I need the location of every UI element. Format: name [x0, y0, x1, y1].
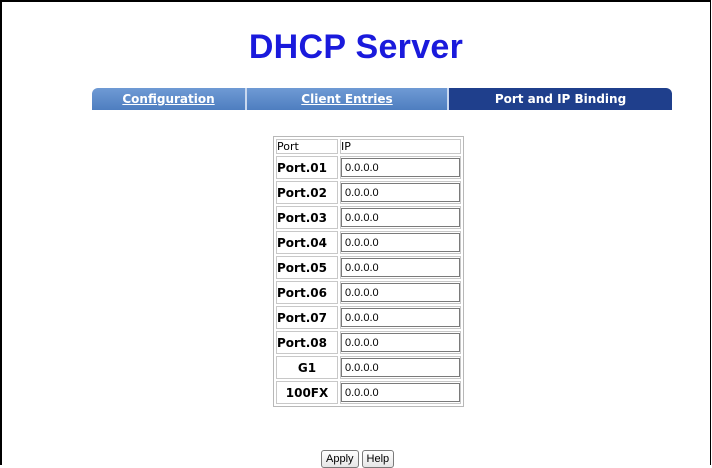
table-header-row: Port IP: [276, 139, 461, 154]
ip-input-port-04[interactable]: [341, 233, 460, 252]
help-button[interactable]: Help: [361, 450, 395, 468]
port-label: Port.06: [276, 281, 338, 304]
table-row: Port.01: [276, 156, 461, 179]
table-row: 100FX: [276, 381, 461, 404]
port-ip-binding-table: Port IP Port.01 Port.02 Port.03 Port.04 …: [273, 136, 464, 407]
port-label: Port.07: [276, 306, 338, 329]
port-label: Port.04: [276, 231, 338, 254]
column-header-ip: IP: [340, 139, 461, 154]
table-row: Port.04: [276, 231, 461, 254]
table-row: G1: [276, 356, 461, 379]
table-row: Port.06: [276, 281, 461, 304]
ip-input-100fx[interactable]: [341, 383, 460, 402]
port-label: Port.08: [276, 331, 338, 354]
ip-input-port-01[interactable]: [341, 158, 460, 177]
table-row: Port.03: [276, 206, 461, 229]
apply-button[interactable]: Apply: [321, 450, 359, 468]
page-title: DHCP Server: [248, 28, 464, 66]
ip-input-port-07[interactable]: [341, 308, 460, 327]
ip-input-port-02[interactable]: [341, 183, 460, 202]
table-row: Port.07: [276, 306, 461, 329]
table-row: Port.08: [276, 331, 461, 354]
port-label: 100FX: [276, 381, 338, 404]
table-row: Port.02: [276, 181, 461, 204]
ip-input-port-05[interactable]: [341, 258, 460, 277]
tab-port-and-ip-binding[interactable]: Port and IP Binding: [449, 88, 672, 110]
tab-client-entries[interactable]: Client Entries: [247, 88, 447, 110]
port-label: G1: [276, 356, 338, 379]
port-label: Port.05: [276, 256, 338, 279]
port-label: Port.02: [276, 181, 338, 204]
table-row: Port.05: [276, 256, 461, 279]
ip-input-g1[interactable]: [341, 358, 460, 377]
port-label: Port.03: [276, 206, 338, 229]
column-header-port: Port: [276, 139, 338, 154]
tab-bar: Configuration Client Entries Port and IP…: [92, 88, 672, 110]
port-label: Port.01: [276, 156, 338, 179]
ip-input-port-06[interactable]: [341, 283, 460, 302]
ip-input-port-08[interactable]: [341, 333, 460, 352]
ip-input-port-03[interactable]: [341, 208, 460, 227]
tab-configuration[interactable]: Configuration: [92, 88, 245, 110]
